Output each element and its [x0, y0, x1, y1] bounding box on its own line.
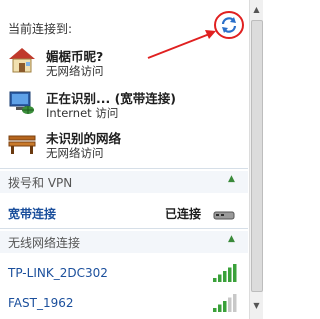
bench-icon [8, 135, 36, 154]
connection-item-home[interactable]: 媚椐币昵? 无网络访问 [6, 44, 246, 86]
vertical-scrollbar[interactable]: ▲ ▼ [249, 0, 263, 319]
signal-bar [228, 297, 232, 312]
connection-status: 无网络访问 [46, 146, 104, 160]
signal-bar [213, 308, 217, 312]
signal-strength-icon [213, 264, 237, 282]
section-divider [0, 228, 248, 229]
connection-status: 无网络访问 [46, 64, 104, 78]
section-dialup-vpn[interactable]: 拨号和 VPN ▲ [0, 171, 248, 193]
signal-bar [228, 267, 232, 282]
signal-bar [233, 264, 237, 282]
refresh-button[interactable] [218, 14, 240, 36]
broadband-connection-name[interactable]: 宽带连接 [8, 205, 56, 222]
currently-connected-header: 当前连接到: [8, 22, 73, 36]
network-flyout-panel: 当前连接到: 媚椐币昵? 无网络访问 正在识别... (宽带连接) Intern… [0, 0, 263, 319]
collapse-chevron-icon[interactable]: ▲ [228, 234, 235, 244]
section-divider [0, 168, 248, 169]
network-computer-icon [9, 91, 34, 114]
wifi-network-item[interactable]: FAST_1962 [8, 292, 240, 316]
signal-bar [213, 278, 217, 282]
wifi-network-item[interactable]: TP-LINK_2DC302 [8, 262, 240, 286]
modem-icon [213, 211, 235, 220]
wifi-network-name: FAST_1962 [8, 296, 74, 310]
collapse-chevron-icon[interactable]: ▲ [228, 174, 235, 184]
signal-bar [218, 304, 222, 312]
section-wireless[interactable]: 无线网络连接 ▲ [0, 231, 248, 253]
connection-item-identifying[interactable]: 正在识别... (宽带连接) Internet 访问 [6, 86, 246, 128]
section-label: 无线网络连接 [8, 236, 81, 250]
broadband-connection-status: 已连接 [165, 207, 202, 221]
house-icon [9, 48, 35, 73]
signal-bar [233, 294, 237, 312]
signal-bar [223, 301, 227, 312]
wifi-network-name: TP-LINK_2DC302 [8, 266, 108, 280]
scroll-down-arrow-icon[interactable]: ▼ [250, 300, 263, 312]
refresh-icon [221, 17, 237, 33]
signal-strength-icon [213, 294, 237, 312]
section-label: 拨号和 VPN [8, 176, 73, 190]
scroll-thumb[interactable] [251, 20, 263, 292]
signal-bar [218, 274, 222, 282]
connection-status: Internet 访问 [46, 106, 119, 120]
signal-bar [223, 271, 227, 282]
connection-item-unidentified[interactable]: 未识别的网络 无网络访问 [6, 126, 246, 168]
scroll-up-arrow-icon[interactable]: ▲ [250, 4, 263, 16]
